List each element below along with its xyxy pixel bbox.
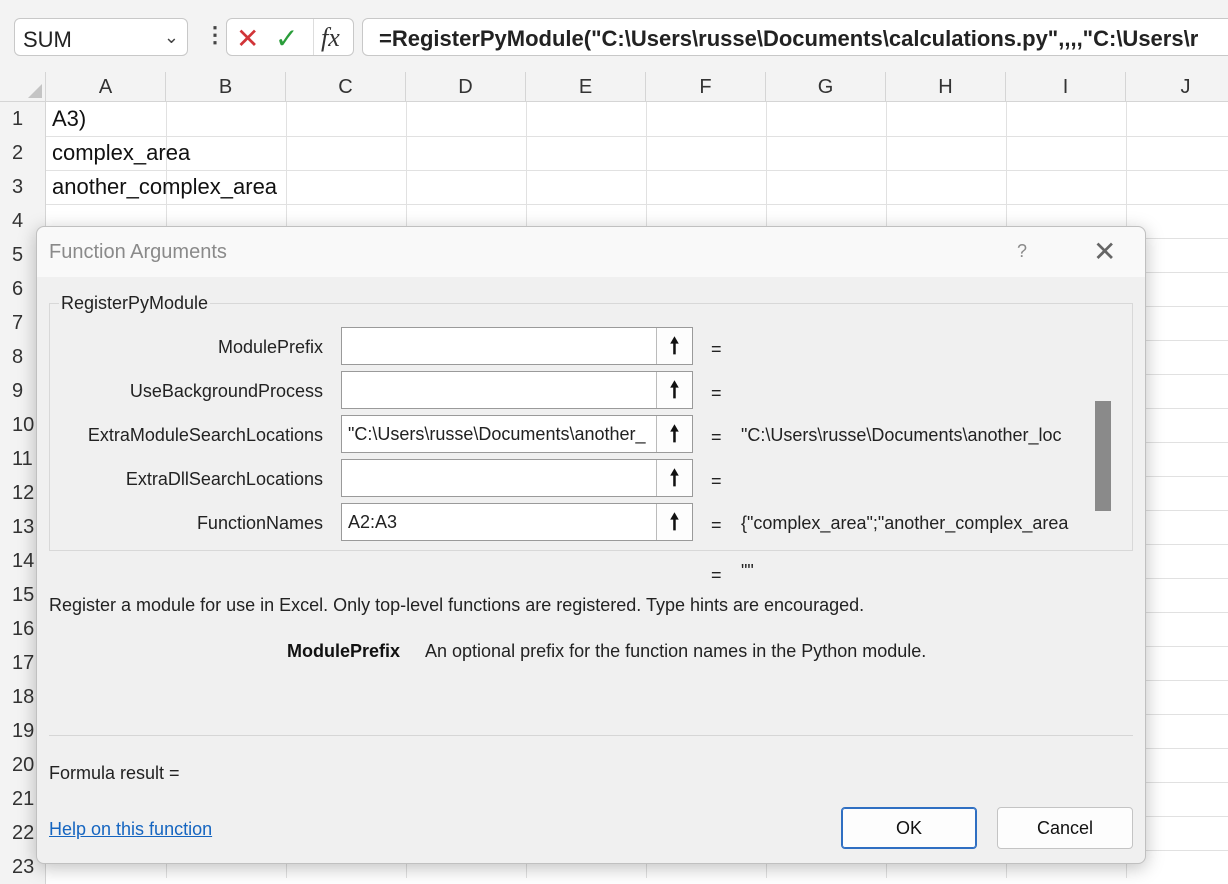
ok-button[interactable]: OK [841, 807, 977, 849]
gridline [46, 204, 1228, 205]
chevron-down-icon[interactable]: ⌄ [164, 27, 179, 48]
arg-value: "C:\Users\russe\Documents\another_loc [741, 425, 1062, 445]
column-header-h[interactable]: H [886, 72, 1006, 102]
formula-bar: SUM ⌄ ⋮ ✕ ✓ fx =RegisterPyModule("C:\Use… [0, 0, 1228, 72]
row-header[interactable]: 3 [0, 170, 46, 204]
equals-sign: = [711, 471, 722, 491]
extra-module-search-locations-input[interactable]: "C:\Users\russe\Documents\another_ 🠕 [341, 415, 693, 453]
column-header-a[interactable]: A [46, 72, 166, 102]
cell-a2[interactable]: complex_area [52, 136, 190, 170]
cancel-button[interactable]: Cancel [997, 807, 1133, 849]
formula-result-label: Formula result = [49, 763, 180, 783]
arg-label-use-background-process: UseBackgroundProcess [129, 381, 323, 401]
arg-label-extra-module-search-locations: ExtraModuleSearchLocations [87, 425, 323, 445]
use-background-process-input[interactable]: 🠕 [341, 371, 693, 409]
column-header-e[interactable]: E [526, 72, 646, 102]
column-header-b[interactable]: B [166, 72, 286, 102]
formula-buttons: ✕ ✓ fx [226, 18, 354, 56]
dialog-title: Function Arguments [49, 241, 227, 263]
select-all-corner[interactable] [0, 72, 46, 102]
equals-sign: = [711, 339, 722, 359]
name-box[interactable]: SUM ⌄ [14, 18, 188, 56]
collapse-dialog-icon[interactable]: 🠕 [656, 328, 692, 364]
column-header-d[interactable]: D [406, 72, 526, 102]
cell-a1[interactable]: A3) [52, 102, 86, 136]
name-box-value: SUM [23, 27, 72, 52]
function-result-value: "" [741, 561, 754, 581]
column-header-i[interactable]: I [1006, 72, 1126, 102]
insert-function-icon[interactable]: fx [321, 23, 340, 53]
column-header-f[interactable]: F [646, 72, 766, 102]
collapse-dialog-icon[interactable]: 🠕 [656, 416, 692, 452]
divider [49, 735, 1133, 736]
arg-input-value: A2:A3 [348, 512, 398, 532]
formula-input[interactable]: =RegisterPyModule("C:\Users\russe\Docume… [362, 18, 1228, 56]
help-on-function-link[interactable]: Help on this function [49, 819, 212, 840]
close-icon[interactable]: ✕ [1093, 235, 1116, 268]
enter-check-icon[interactable]: ✓ [275, 22, 298, 55]
function-description: Register a module for use in Excel. Only… [49, 595, 865, 615]
extra-dll-search-locations-input[interactable]: 🠕 [341, 459, 693, 497]
parameter-name: ModulePrefix [287, 641, 401, 661]
divider [313, 19, 314, 55]
function-name: RegisterPyModule [59, 293, 211, 314]
collapse-dialog-icon[interactable]: 🠕 [656, 372, 692, 408]
formula-text: =RegisterPyModule("C:\Users\russe\Docume… [379, 26, 1199, 51]
column-header-g[interactable]: G [766, 72, 886, 102]
module-prefix-input[interactable]: 🠕 [341, 327, 693, 365]
gridline [46, 136, 1228, 137]
arg-label-module-prefix: ModulePrefix [217, 337, 323, 357]
equals-sign: = [711, 383, 722, 403]
more-options-icon[interactable]: ⋮ [204, 22, 226, 48]
collapse-dialog-icon[interactable]: 🠕 [656, 504, 692, 540]
help-icon[interactable]: ? [1017, 241, 1027, 262]
collapse-dialog-icon[interactable]: 🠕 [656, 460, 692, 496]
equals-sign: = [711, 427, 722, 447]
arg-label-extra-dll-search-locations: ExtraDllSearchLocations [125, 469, 323, 489]
column-header-j[interactable]: J [1126, 72, 1228, 102]
function-arguments-dialog: Function Arguments ? ✕ RegisterPyModule … [36, 226, 1146, 864]
row-header[interactable]: 2 [0, 136, 46, 170]
arg-value: {"complex_area";"another_complex_area [741, 513, 1069, 533]
arg-input-value: "C:\Users\russe\Documents\another_ [348, 424, 646, 444]
arg-label-function-names: FunctionNames [196, 513, 323, 533]
column-header-c[interactable]: C [286, 72, 406, 102]
parameter-description: An optional prefix for the function name… [425, 641, 927, 661]
function-names-input[interactable]: A2:A3 🠕 [341, 503, 693, 541]
equals-sign: = [711, 515, 722, 535]
row-header[interactable]: 1 [0, 102, 46, 136]
result-equals-sign: = [711, 565, 722, 585]
cancel-icon[interactable]: ✕ [236, 22, 259, 55]
scrollbar-thumb[interactable] [1095, 401, 1111, 511]
cell-a3[interactable]: another_complex_area [52, 170, 277, 204]
